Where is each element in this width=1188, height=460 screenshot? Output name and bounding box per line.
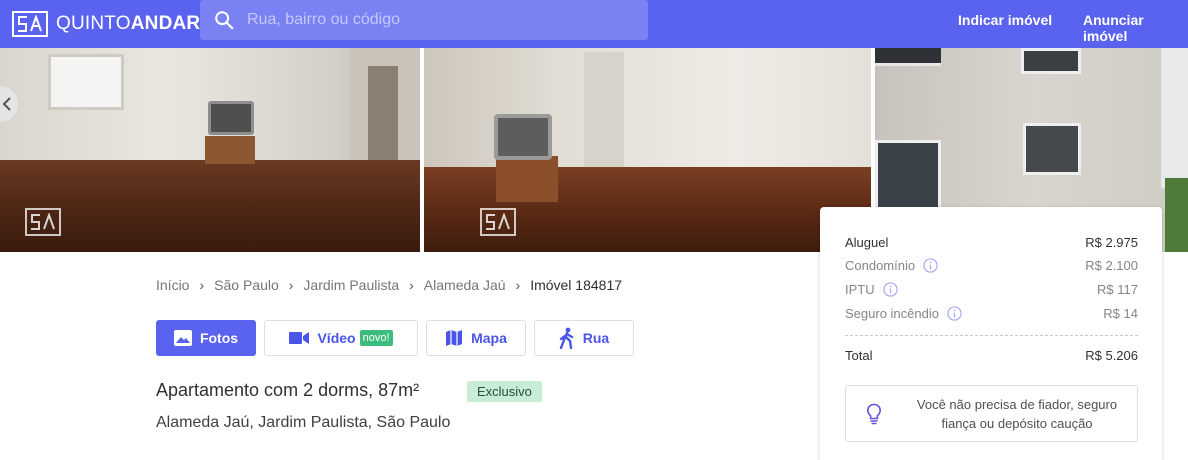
video-button[interactable]: Vídeo novo! [264, 320, 418, 356]
listing-address: Alameda Jaú, Jardim Paulista, São Paulo [156, 414, 451, 431]
listing-title: Apartamento com 2 dorms, 87m² [156, 380, 420, 400]
iptu-row: IPTU R$ 117 [845, 282, 1138, 297]
watermark-logo-icon [25, 208, 61, 236]
chevron-right-icon: › [409, 277, 414, 293]
breadcrumb-jardim-paulista[interactable]: Jardim Paulista [303, 277, 399, 293]
watermark-logo-icon [480, 208, 516, 236]
condo-label: Condomínio [845, 258, 916, 273]
logo-text: QUINTOANDAR [56, 13, 201, 34]
tip-text: Você não precisa de fiador, seguro fianç… [916, 397, 1118, 431]
condo-row: Condomínio R$ 2.100 [845, 258, 1138, 273]
lightbulb-icon [866, 403, 882, 425]
info-icon[interactable] [882, 282, 898, 297]
iptu-label: IPTU [845, 282, 875, 297]
breadcrumb: Início › São Paulo › Jardim Paulista › A… [156, 277, 622, 293]
logo-mark-icon [12, 11, 48, 37]
chevron-right-icon: › [199, 277, 205, 293]
exclusive-badge: Exclusivo [467, 381, 542, 402]
info-icon[interactable] [947, 306, 962, 321]
gallery-photo-2[interactable] [424, 48, 871, 252]
chevron-right-icon: › [515, 277, 521, 293]
breadcrumb-current: Imóvel 184817 [530, 277, 623, 293]
insurance-value: R$ 14 [1103, 306, 1138, 321]
map-button-label: Mapa [471, 330, 507, 346]
total-label: Total [845, 348, 873, 363]
total-row: Total R$ 5.206 [845, 348, 1138, 363]
iptu-value: R$ 117 [1097, 282, 1138, 297]
breadcrumb-sao-paulo[interactable]: São Paulo [214, 277, 279, 293]
breadcrumb-inicio[interactable]: Início [156, 277, 189, 293]
gallery-photo-1[interactable] [0, 48, 420, 252]
video-button-label: Vídeo [317, 330, 356, 346]
map-icon [445, 329, 463, 347]
price-divider [845, 335, 1138, 336]
breadcrumb-alameda-jau[interactable]: Alameda Jaú [424, 277, 506, 293]
chevron-right-icon: › [288, 277, 294, 293]
price-card: Aluguel R$ 2.975 Condomínio R$ 2.100 IPT… [820, 207, 1162, 460]
chevron-left-icon [2, 97, 11, 111]
rent-row: Aluguel R$ 2.975 [845, 235, 1138, 250]
map-button[interactable]: Mapa [426, 320, 526, 356]
street-view-button[interactable]: Rua [534, 320, 634, 356]
walk-icon [559, 327, 575, 349]
search-icon [215, 11, 234, 30]
rent-value: R$ 2.975 [1085, 235, 1138, 250]
condo-value: R$ 2.100 [1085, 258, 1138, 273]
search-box[interactable] [200, 0, 648, 40]
insurance-row: Seguro incêndio R$ 14 [845, 306, 1138, 321]
photos-button-label: Fotos [199, 330, 239, 346]
info-icon[interactable] [923, 258, 938, 273]
quintoandar-logo[interactable]: QUINTOANDAR [12, 11, 200, 37]
new-badge: novo! [359, 330, 393, 346]
top-header: QUINTOANDAR Indicar imóvel Anunciar imóv… [0, 0, 1188, 48]
insurance-label: Seguro incêndio [845, 306, 939, 321]
photo-icon [173, 330, 192, 346]
video-icon [289, 331, 310, 345]
photos-button[interactable]: Fotos [156, 320, 256, 356]
search-input[interactable] [247, 11, 627, 29]
rent-label: Aluguel [845, 235, 889, 250]
street-view-button-label: Rua [582, 330, 610, 346]
total-value: R$ 5.206 [1085, 348, 1138, 363]
nav-anunciar-imovel[interactable]: Anunciar imóvel [1083, 12, 1188, 44]
no-guarantor-tip: Você não precisa de fiador, seguro fianç… [845, 385, 1138, 442]
nav-indicar-imovel[interactable]: Indicar imóvel [958, 12, 1052, 28]
